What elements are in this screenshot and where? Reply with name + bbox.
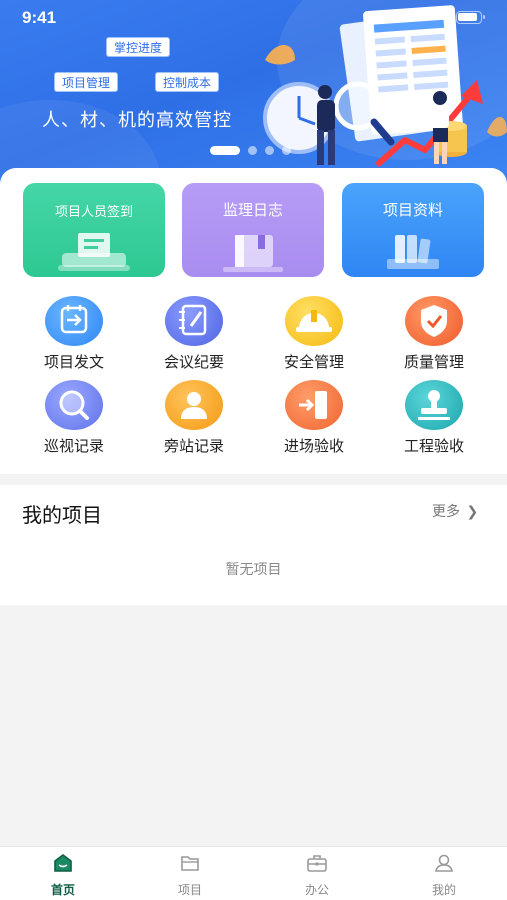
card-label: 项目人员签到: [54, 205, 133, 220]
shield-check-icon: [405, 296, 463, 346]
project-files-card[interactable]: 项目资料: [342, 183, 484, 277]
section-title: 我的项目: [22, 503, 102, 527]
empty-state-text: 暂无项目: [225, 562, 282, 578]
main-panel: 项目人员签到 监理日志 项目资料 项目发文 会议纪要 安全管理 质量管理 巡视记…: [0, 168, 507, 474]
briefcase-icon: [307, 855, 327, 872]
tab-home[interactable]: 首页: [23, 853, 103, 898]
person-icon: [165, 380, 223, 430]
grid-item-entry-acceptance[interactable]: 进场验收: [264, 380, 364, 456]
banner-pager[interactable]: [210, 146, 291, 155]
project-staff-signin-card[interactable]: 项目人员签到: [23, 183, 165, 277]
status-time: 9:41: [22, 8, 57, 27]
hard-hat-icon: [285, 296, 343, 346]
grid-item-inspection-record[interactable]: 巡视记录: [24, 380, 124, 456]
tab-label: 首页: [50, 883, 75, 897]
user-icon: [435, 854, 453, 872]
grid-item-label: 巡视记录: [43, 437, 104, 455]
tab-label: 我的: [431, 883, 456, 897]
tab-office[interactable]: 办公: [277, 853, 357, 898]
binders-icon: [387, 235, 439, 269]
grid-item-quality-management[interactable]: 质量管理: [384, 296, 484, 372]
more-link[interactable]: 更多 ❯: [432, 501, 478, 521]
pager-dot[interactable]: [248, 146, 257, 155]
enter-door-icon: [285, 380, 343, 430]
home-icon: [54, 854, 72, 872]
banner-tag: 控制成本: [155, 72, 220, 92]
pager-dot[interactable]: [282, 146, 291, 155]
grid-item-label: 项目发文: [43, 353, 104, 371]
grid-item-meeting-minutes[interactable]: 会议纪要: [144, 296, 244, 372]
chevron-right-icon: ❯: [466, 504, 479, 520]
grid-item-safety-management[interactable]: 安全管理: [264, 296, 364, 372]
grid-item-label: 进场验收: [283, 437, 344, 455]
magnifier-icon: [45, 380, 103, 430]
stamp-icon: [405, 380, 463, 430]
banner-slogan: 人、材、机的高效管控: [42, 110, 232, 131]
banner-tag: 项目管理: [54, 72, 119, 92]
my-projects-section: 我的项目 更多 ❯ 暂无项目: [0, 485, 507, 605]
pager-dot-active[interactable]: [210, 146, 240, 155]
tab-label: 办公: [304, 883, 329, 897]
card-label: 项目资料: [382, 201, 443, 219]
supervision-log-card[interactable]: 监理日志: [182, 183, 324, 277]
bottom-tabbar: 首页 项目 办公 我的: [0, 846, 507, 900]
grid-item-sidestation-record[interactable]: 旁站记录: [144, 380, 244, 456]
grid-item-label: 旁站记录: [163, 437, 224, 455]
folder-icon: [181, 856, 199, 871]
grid-item-label: 工程验收: [403, 437, 464, 455]
grid-item-label: 安全管理: [283, 353, 344, 371]
grid-item-project-dispatch[interactable]: 项目发文: [24, 296, 124, 372]
grid-item-label: 会议纪要: [163, 353, 224, 371]
banner[interactable]: 9:41 掌控进度 项目管理 控制成本 人、材、机的高效管控: [0, 0, 507, 185]
book-icon: [223, 235, 283, 272]
tab-label: 项目: [177, 883, 202, 897]
notebook-pen-icon: [165, 296, 223, 346]
grid-item-project-acceptance[interactable]: 工程验收: [384, 380, 484, 456]
document-arrow-icon: [45, 296, 103, 346]
tab-projects[interactable]: 项目: [150, 853, 230, 898]
banner-tag: 掌控进度: [106, 37, 171, 57]
card-label: 监理日志: [222, 201, 283, 219]
signin-machine-icon: [58, 233, 130, 271]
grid-item-label: 质量管理: [403, 353, 464, 371]
pager-dot[interactable]: [265, 146, 274, 155]
more-link-label: 更多: [432, 504, 460, 520]
banner-illustration: [263, 5, 507, 168]
tab-me[interactable]: 我的: [404, 853, 484, 898]
